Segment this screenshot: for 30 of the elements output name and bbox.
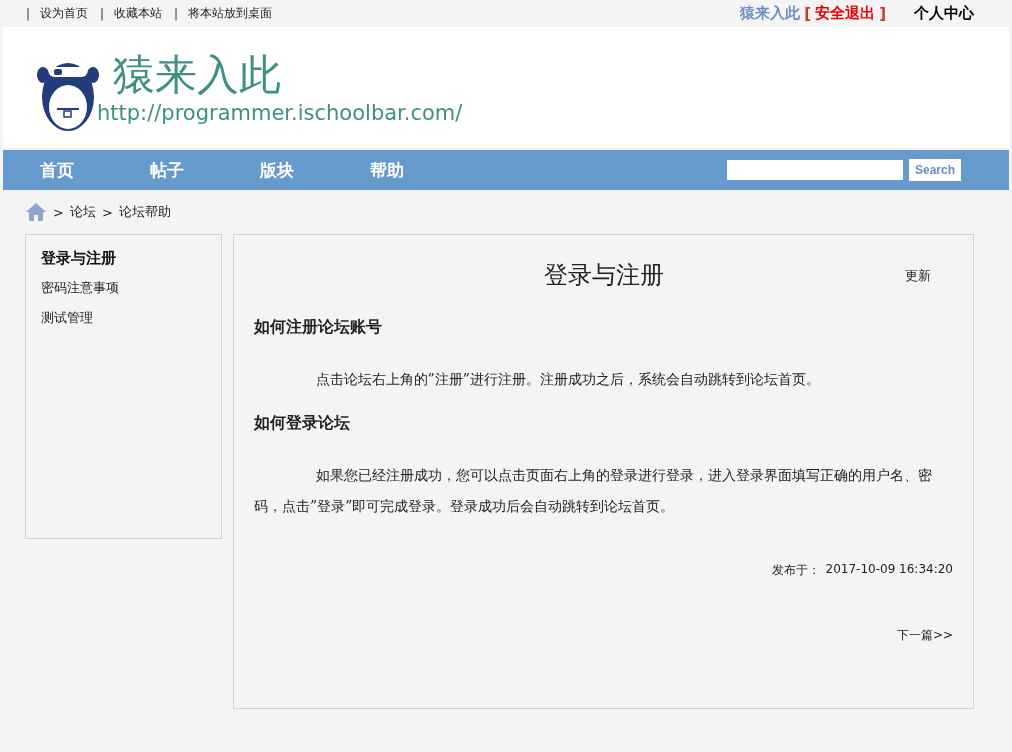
published-date: 2017-10-09 16:34:20 xyxy=(825,562,953,578)
bracket: ] xyxy=(879,4,886,23)
site-url: http://programmer.ischoolbar.com/ xyxy=(97,99,463,126)
sidebar-item[interactable]: 测试管理 xyxy=(41,303,221,333)
top-link[interactable]: 收藏本站 xyxy=(114,5,163,22)
site-title: 猿来入此 xyxy=(113,49,282,100)
breadcrumb-separator: > xyxy=(101,204,113,220)
sidebar-item[interactable]: 密码注意事项 xyxy=(41,273,221,303)
separator: | xyxy=(174,6,179,21)
bracket: [ xyxy=(804,4,812,23)
breadcrumb-link[interactable]: 论坛帮助 xyxy=(118,203,171,221)
breadcrumb-link[interactable]: 论坛 xyxy=(69,203,96,221)
section-heading: 如何登录论坛 xyxy=(254,413,351,434)
sidebar-item[interactable]: 登录与注册 xyxy=(41,243,221,273)
search-field[interactable] xyxy=(726,160,903,180)
published-label: 发布于： xyxy=(771,562,820,579)
next-article-link[interactable]: 下一篇>> xyxy=(896,627,953,644)
logout-link[interactable]: 安全退出 xyxy=(815,4,876,23)
separator: | xyxy=(100,6,105,21)
section-paragraph: 如果您已经注册成功，您可以点击页面右上角的登录进行登录，进入登录界面填写正确的用户名、密码，点击”登录”即可完成登录。登录成功后会自动跳转到论坛首页。 xyxy=(254,466,933,516)
article-title: 登录与注册 xyxy=(543,260,664,291)
breadcrumb-separator: > xyxy=(53,204,64,220)
separator: | xyxy=(26,6,31,21)
home-icon[interactable] xyxy=(25,202,47,222)
section-heading: 如何注册论坛账号 xyxy=(254,317,383,338)
top-link[interactable]: 设为首页 xyxy=(40,5,89,22)
section-paragraph: 点击论坛右上角的”注册”进行注册。注册成功之后，系统会自动跳转到论坛首页。 xyxy=(314,370,821,389)
top-link[interactable]: 将本站放到桌面 xyxy=(188,5,273,22)
user-center-link[interactable]: 个人中心 xyxy=(914,4,974,23)
update-link[interactable]: 更新 xyxy=(905,267,931,285)
